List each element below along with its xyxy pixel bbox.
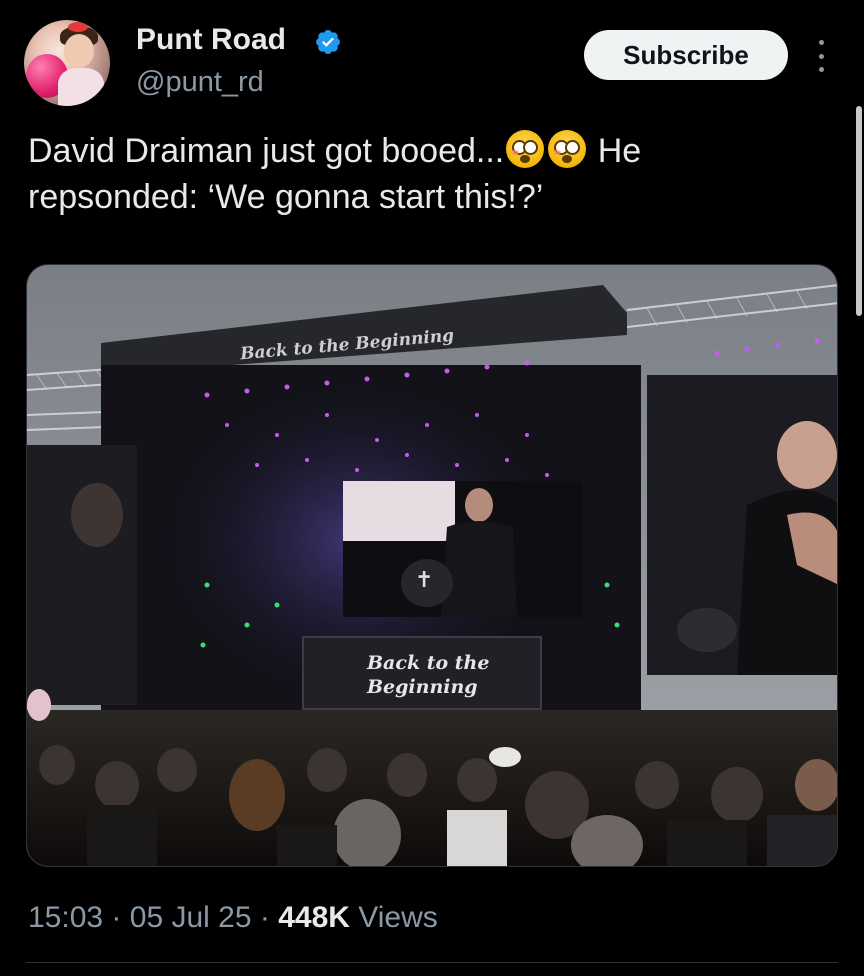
- separator: ·: [259, 901, 270, 934]
- avatar-bow: [68, 22, 88, 32]
- author-handle[interactable]: @punt_rd: [136, 64, 264, 100]
- subscribe-button[interactable]: Subscribe: [584, 30, 788, 80]
- avatar-dress: [58, 68, 104, 106]
- tweet-photo[interactable]: Back to the Beginning ✝ Back to the Begi…: [26, 264, 838, 867]
- tweet-timestamp: 15:03 · 05 Jul 25 · 448K Views: [28, 898, 438, 938]
- flushed-face-emoji-icon: [548, 130, 587, 168]
- avatar-face: [64, 34, 94, 68]
- author-name[interactable]: Punt Road: [136, 22, 286, 58]
- concert-photo-illustration: Back to the Beginning ✝ Back to the Begi…: [27, 265, 837, 866]
- divider: [26, 962, 838, 963]
- tweet-text: David Draiman just got booed... He repso…: [28, 128, 818, 220]
- stage-banner-front-line2: Beginning: [366, 676, 478, 698]
- stage-banner-front-line1: Back to the: [366, 652, 489, 674]
- avatar[interactable]: [24, 20, 110, 106]
- tweet-time[interactable]: 15:03: [28, 901, 103, 934]
- verified-badge-icon: [316, 30, 340, 54]
- views-label[interactable]: Views: [358, 901, 437, 934]
- more-options-icon[interactable]: [812, 40, 830, 72]
- views-count[interactable]: 448K: [278, 901, 350, 934]
- tweet-header: Punt Road @punt_rd Subscribe: [0, 0, 864, 120]
- scrollbar[interactable]: [856, 106, 862, 316]
- tweet-text-part1: David Draiman just got booed...: [28, 132, 505, 170]
- tweet-date[interactable]: 05 Jul 25: [130, 901, 252, 934]
- svg-text:✝: ✝: [415, 568, 433, 593]
- flushed-face-emoji-icon: [506, 130, 545, 168]
- separator: ·: [111, 901, 122, 934]
